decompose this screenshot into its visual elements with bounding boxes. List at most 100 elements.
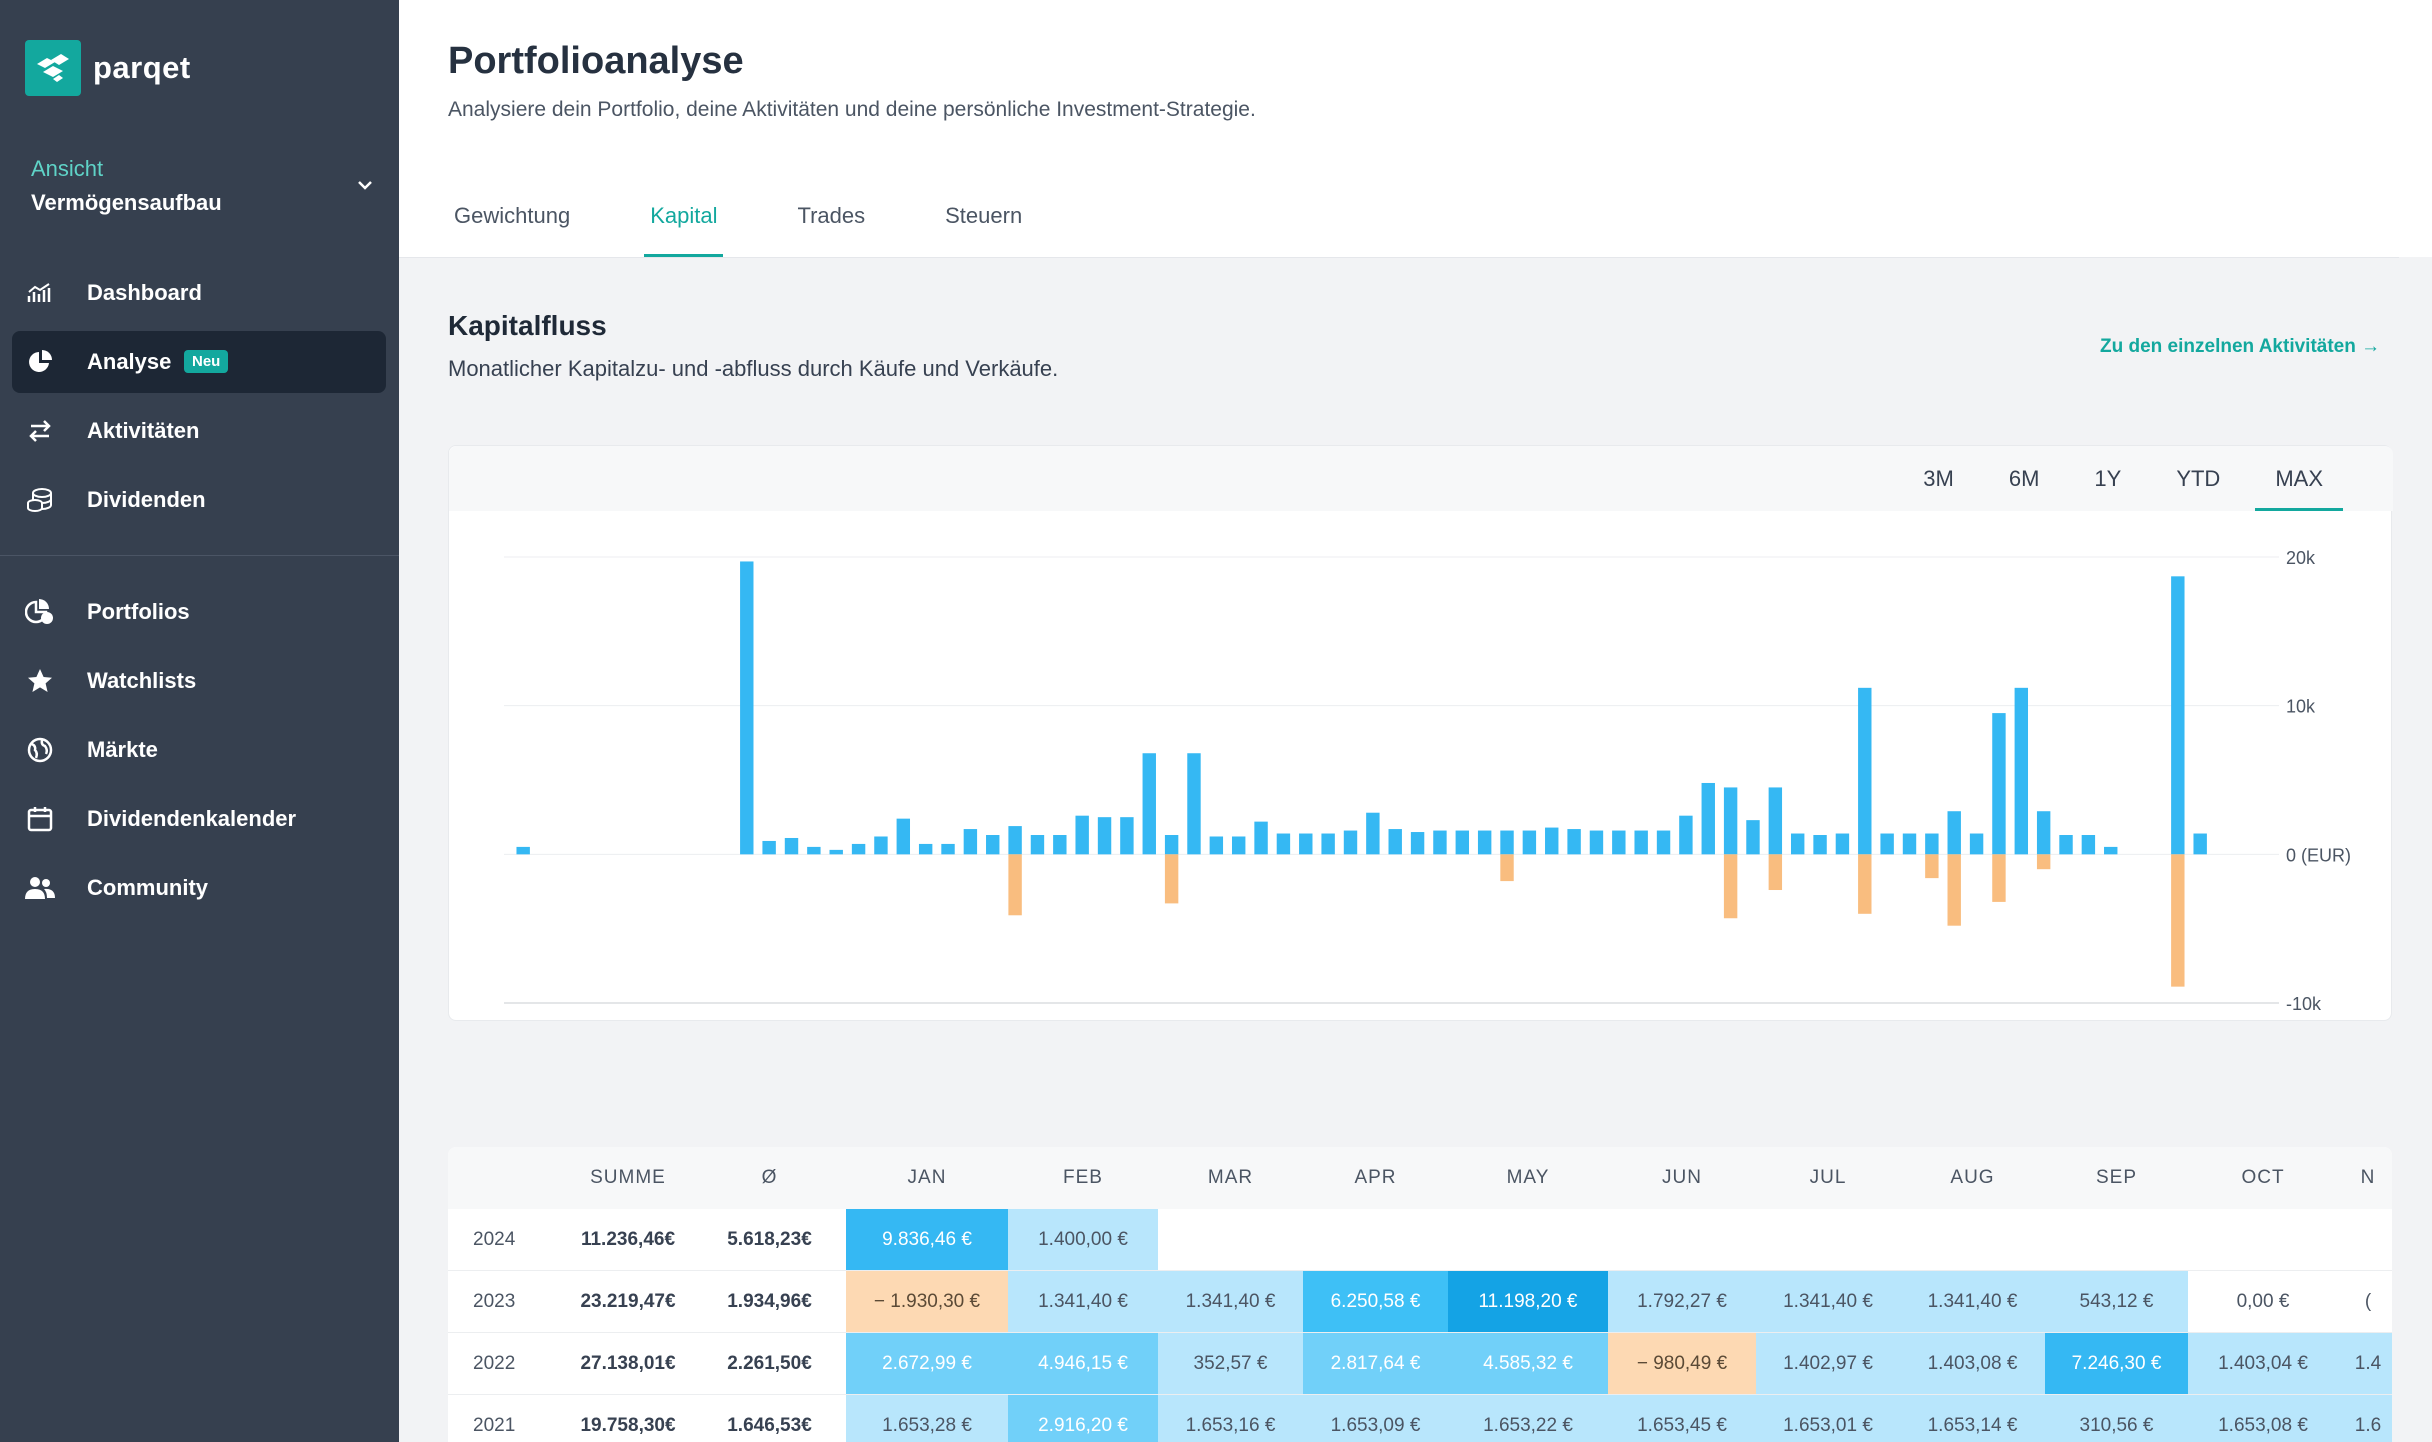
bar-inflow[interactable] [1835, 833, 1850, 855]
month-cell[interactable] [1303, 1209, 1448, 1271]
range-ytd[interactable]: YTD [2156, 446, 2240, 511]
bar-inflow[interactable] [1008, 826, 1022, 855]
bar-inflow[interactable] [2036, 811, 2051, 855]
column-header[interactable]: SUMME [563, 1147, 693, 1209]
range-3m[interactable]: 3M [1903, 446, 1974, 511]
bar-inflow[interactable] [2059, 835, 2073, 855]
activities-link[interactable]: Zu den einzelnen Aktivitäten → [2100, 336, 2380, 358]
bar-inflow[interactable] [1053, 835, 1067, 855]
column-header[interactable]: N [2338, 1147, 2392, 1209]
bar-inflow[interactable] [1254, 821, 1268, 855]
bar-inflow[interactable] [1522, 830, 1537, 855]
bar-inflow[interactable] [1545, 827, 1559, 855]
column-header[interactable]: APR [1303, 1147, 1448, 1209]
column-header[interactable]: MAY [1448, 1147, 1608, 1209]
bar-inflow[interactable] [1813, 835, 1827, 855]
month-cell[interactable] [1448, 1209, 1608, 1271]
bar-inflow[interactable] [1969, 833, 1984, 855]
column-header[interactable]: JUN [1608, 1147, 1756, 1209]
bar-inflow[interactable] [762, 840, 776, 855]
sidebar-item-watchlists[interactable]: Watchlists [12, 650, 386, 712]
tab-gewichtung[interactable]: Gewichtung [448, 195, 576, 257]
tab-trades[interactable]: Trades [791, 195, 871, 257]
bar-inflow[interactable] [1612, 830, 1626, 855]
bar-inflow[interactable] [1746, 820, 1760, 855]
month-cell[interactable]: 4.585,32 € [1448, 1333, 1608, 1395]
bar-outflow[interactable] [2036, 854, 2051, 870]
bar-inflow[interactable] [1500, 830, 1514, 855]
bar-inflow[interactable] [1858, 687, 1872, 855]
month-cell[interactable]: 1.4 [2338, 1333, 2392, 1395]
bar-inflow[interactable] [1299, 833, 1313, 855]
month-cell[interactable]: 2.672,99 € [846, 1333, 1008, 1395]
bar-inflow[interactable] [896, 818, 911, 855]
bar-inflow[interactable] [1589, 830, 1604, 855]
tab-steuern[interactable]: Steuern [939, 195, 1028, 257]
month-cell[interactable]: 310,56 € [2045, 1395, 2188, 1442]
bar-outflow[interactable] [1723, 854, 1738, 919]
bar-outflow[interactable] [1164, 854, 1179, 904]
sidebar-item-dividenden[interactable]: Dividenden [12, 469, 386, 531]
month-cell[interactable]: 7.246,30 € [2045, 1333, 2188, 1395]
tab-kapital[interactable]: Kapital [644, 195, 724, 257]
month-cell[interactable]: 1.653,01 € [1756, 1395, 1900, 1442]
bar-outflow[interactable] [1008, 854, 1022, 916]
bar-inflow[interactable] [1276, 833, 1291, 855]
month-cell[interactable]: 1.341,40 € [1158, 1271, 1303, 1333]
month-cell[interactable] [1900, 1209, 2045, 1271]
column-header[interactable]: AUG [1900, 1147, 2045, 1209]
bar-inflow[interactable] [1925, 833, 1939, 855]
month-cell[interactable]: 2.916,20 € [1008, 1395, 1158, 1442]
bar-inflow[interactable] [986, 835, 1000, 855]
bar-inflow[interactable] [1321, 833, 1335, 855]
month-cell[interactable]: 1.6 [2338, 1395, 2392, 1442]
bar-inflow[interactable] [1768, 787, 1783, 855]
bar-inflow[interactable] [1410, 832, 1425, 855]
bar-inflow[interactable] [1679, 815, 1693, 855]
bar-inflow[interactable] [1030, 835, 1045, 855]
column-header[interactable]: OCT [2188, 1147, 2338, 1209]
column-header[interactable] [448, 1147, 563, 1209]
bar-inflow[interactable] [829, 849, 843, 855]
month-cell[interactable] [2188, 1209, 2338, 1271]
month-cell[interactable]: 9.836,46 € [846, 1209, 1008, 1271]
range-1y[interactable]: 1Y [2074, 446, 2141, 511]
month-cell[interactable]: 1.653,08 € [2188, 1395, 2338, 1442]
month-cell[interactable]: 1.400,00 € [1008, 1209, 1158, 1271]
month-cell[interactable]: 1.341,40 € [1756, 1271, 1900, 1333]
column-header[interactable]: SEP [2045, 1147, 2188, 1209]
bar-inflow[interactable] [1164, 835, 1179, 855]
bar-inflow[interactable] [740, 561, 754, 855]
bar-inflow[interactable] [1209, 836, 1224, 855]
bar-inflow[interactable] [1120, 817, 1134, 855]
month-cell[interactable]: 2.817,64 € [1303, 1333, 1448, 1395]
range-6m[interactable]: 6M [1989, 446, 2060, 511]
bar-inflow[interactable] [1343, 830, 1358, 855]
bar-inflow[interactable] [2014, 687, 2029, 855]
bar-inflow[interactable] [2193, 833, 2207, 855]
bar-inflow[interactable] [851, 843, 866, 855]
bar-inflow[interactable] [918, 843, 933, 855]
bar-inflow[interactable] [807, 846, 821, 855]
month-cell[interactable]: 1.341,40 € [1008, 1271, 1158, 1333]
column-header[interactable]: JUL [1756, 1147, 1900, 1209]
month-cell[interactable] [2338, 1209, 2392, 1271]
bar-inflow[interactable] [2171, 576, 2185, 855]
bar-inflow[interactable] [1075, 815, 1089, 855]
month-cell[interactable] [1158, 1209, 1303, 1271]
bar-outflow[interactable] [1768, 854, 1783, 891]
month-cell[interactable]: 1.653,45 € [1608, 1395, 1756, 1442]
month-cell[interactable]: 1.341,40 € [1900, 1271, 2045, 1333]
month-cell[interactable]: 1.402,97 € [1756, 1333, 1900, 1395]
column-header[interactable]: JAN [846, 1147, 1008, 1209]
bar-inflow[interactable] [963, 829, 978, 855]
bar-outflow[interactable] [1500, 854, 1514, 882]
month-cell[interactable]: 1.403,04 € [2188, 1333, 2338, 1395]
bar-inflow[interactable] [2081, 835, 2096, 855]
column-header[interactable]: Ø [693, 1147, 846, 1209]
month-cell[interactable]: 6.250,58 € [1303, 1271, 1448, 1333]
bar-inflow[interactable] [1790, 833, 1805, 855]
bar-inflow[interactable] [1231, 836, 1246, 855]
month-cell[interactable] [2045, 1209, 2188, 1271]
month-cell[interactable]: 352,57 € [1158, 1333, 1303, 1395]
